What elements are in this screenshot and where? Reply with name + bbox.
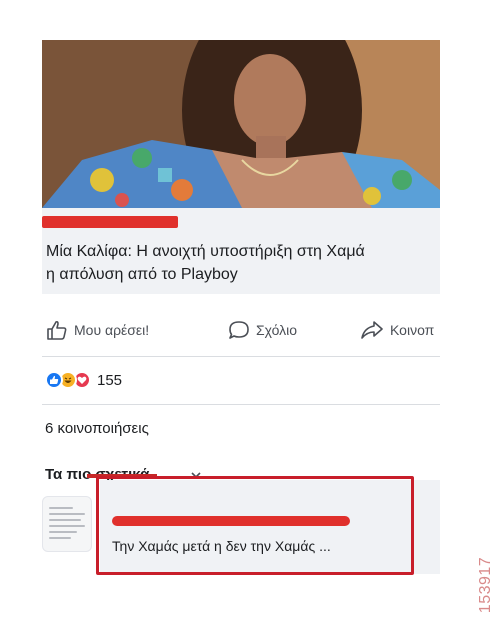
share-count[interactable]: 6 κοινοποιήσεις xyxy=(45,420,149,437)
divider xyxy=(42,404,440,405)
watermark-text: 153917 xyxy=(477,556,494,614)
post-headline[interactable]: Μία Καλίφα: Η ανοιχτή υποστήριξη στη Χαμ… xyxy=(46,240,440,286)
like-button[interactable]: Μου αρέσει! xyxy=(46,316,149,344)
headline-line-2: η απόλυση από το Playboy xyxy=(46,266,238,283)
headline-line-1: Μία Καλίφα: Η ανοιχτή υποστήριξη στη Χαμ… xyxy=(46,243,365,260)
post-actions-bar: Μου αρέσει! Σχόλιο Κοινοπ xyxy=(42,312,440,348)
post-headline-area[interactable]: Μία Καλίφα: Η ανοιχτή υποστήριξη στη Χαμ… xyxy=(42,208,440,294)
related-thumbnail[interactable] xyxy=(42,496,92,552)
share-label: Κοινοπ xyxy=(390,322,435,338)
divider xyxy=(42,356,440,357)
thumbnail-text-lines xyxy=(49,507,85,543)
reactions-summary[interactable]: 155 xyxy=(45,368,122,392)
like-label: Μου αρέσει! xyxy=(74,322,150,338)
share-button[interactable]: Κοινοπ xyxy=(360,316,434,344)
post-photo-image xyxy=(42,40,440,208)
thumbs-up-icon xyxy=(47,320,67,340)
comment-bubble-icon xyxy=(229,321,249,339)
comment-label: Σχόλιο xyxy=(256,322,298,338)
image-watermark: 153917 xyxy=(476,552,496,618)
like-reaction-icon xyxy=(45,371,63,389)
post-photo[interactable] xyxy=(42,40,440,208)
reaction-count: 155 xyxy=(97,371,123,389)
comment-button[interactable]: Σχόλιο xyxy=(228,316,297,344)
highlight-annotation-box xyxy=(96,476,414,575)
share-arrow-icon xyxy=(361,321,383,339)
redaction-mark xyxy=(42,216,178,228)
